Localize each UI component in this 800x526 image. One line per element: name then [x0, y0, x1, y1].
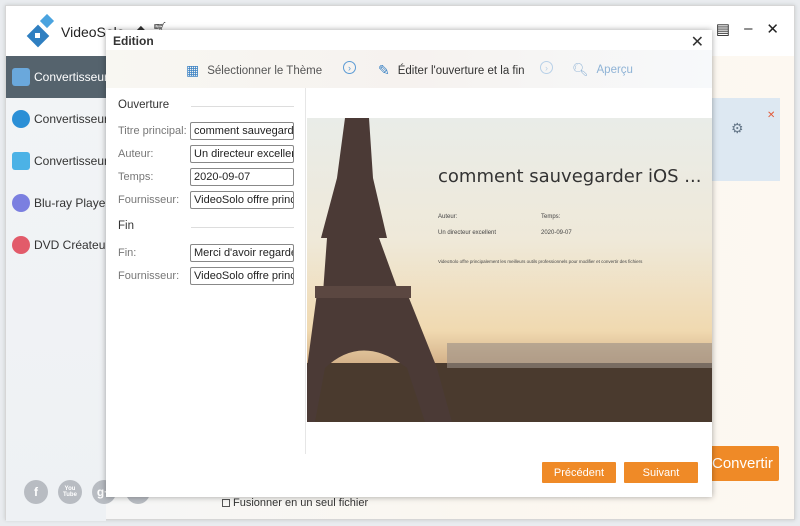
file-item[interactable]: ⚙ ✕ [712, 98, 780, 181]
end-input[interactable]: Merci d'avoir regardé [190, 244, 294, 262]
previous-button[interactable]: Précédent [542, 462, 616, 483]
sidebar-item-dvd-creator[interactable]: DVD Créateur [6, 224, 106, 266]
sidebar-item-label: Blu-ray Player [34, 196, 106, 210]
main-title-label: Titre principal: [118, 125, 187, 137]
videosolo-logo-icon [26, 14, 55, 48]
dialog-title: Edition [113, 34, 154, 48]
minimize-button[interactable]: – [744, 20, 752, 38]
convert-button[interactable]: Convertir [706, 446, 779, 481]
settings-icon[interactable]: ⚙ [731, 120, 744, 137]
end-provider-label: Fournisseur: [118, 270, 180, 282]
edition-dialog: Edition ✕ ▦ Sélectionner le Thème › ✎ Édit… [106, 30, 712, 497]
sidebar-item-label: Convertisseur Vidéo [34, 154, 106, 168]
provider-input[interactable]: VideoSolo offre principalement [190, 191, 294, 209]
section-ending: Fin [118, 220, 134, 232]
preview-canvas: comment sauvegarder iOS ... Auteur: Temp… [307, 118, 712, 422]
search-icon: 🔍︎ [572, 62, 589, 77]
sidebar-item-bluray-player[interactable]: Blu-ray Player [6, 182, 106, 224]
preview-time-label: Temps: [541, 214, 561, 220]
author-input[interactable]: Un directeur excellent [190, 145, 294, 163]
converter-c-icon [12, 110, 30, 128]
checkbox-icon[interactable] [222, 499, 230, 507]
sidebar-item-label: Convertisseur Vidéo [34, 112, 106, 126]
preview-author: Un directeur excellent [438, 230, 497, 236]
author-label: Auteur: [118, 148, 154, 160]
preview-time: 2020-09-07 [541, 230, 572, 236]
end-provider-input[interactable]: VideoSolo offre principalement [190, 267, 294, 285]
close-app-button[interactable]: ✕ [766, 20, 779, 38]
step-bar: ▦ Sélectionner le Thème › ✎ Éditer l'ouver… [106, 50, 712, 88]
theme-grid-icon: ▦ [186, 62, 200, 78]
sidebar-item-video-converter[interactable]: Convertisseur Vidéo [6, 56, 106, 98]
play-icon [12, 194, 30, 212]
facebook-icon[interactable]: f [24, 480, 48, 504]
arrow-right-icon: › [343, 61, 356, 74]
dialog-close-button[interactable]: ✕ [691, 32, 704, 52]
provider-label: Fournisseur: [118, 194, 180, 206]
converter-u-icon [12, 152, 30, 170]
time-input[interactable]: 2020-09-07 [190, 168, 294, 186]
preview-title: comment sauvegarder iOS ... [438, 166, 702, 187]
merge-label: Fusionner en un seul fichier [233, 497, 369, 509]
arrow-right-icon: › [540, 61, 553, 74]
youtube-icon[interactable]: You Tube [58, 480, 82, 504]
step-edit-opening[interactable]: ✎ Éditer l'ouverture et la fin [378, 62, 525, 79]
step-label: Sélectionner le Thème [207, 64, 323, 77]
sidebar-item-converter-2[interactable]: Convertisseur Vidéo [6, 98, 106, 140]
opening-ending-form: Ouverture Titre principal: comment sauve… [106, 88, 306, 454]
sidebar-item-label: DVD Créateur [34, 238, 106, 252]
eiffel-tower-image [307, 118, 712, 422]
main-title-input[interactable]: comment sauvegarder iOS ... [190, 122, 294, 140]
sidebar: Convertisseur Vidéo Convertisseur Vidéo … [6, 56, 106, 521]
remove-icon[interactable]: ✕ [767, 110, 775, 121]
converter-icon [12, 68, 30, 86]
step-select-theme[interactable]: ▦ Sélectionner le Thème [186, 62, 322, 79]
feedback-icon[interactable]: ▤ [716, 20, 730, 38]
step-label: Éditer l'ouverture et la fin [397, 64, 525, 77]
step-label: Aperçu [596, 64, 633, 76]
time-label: Temps: [118, 171, 154, 183]
next-button[interactable]: Suivant [624, 462, 698, 483]
sidebar-item-label: Convertisseur Vidéo [34, 70, 106, 84]
step-preview[interactable]: 🔍︎ Aperçu [572, 62, 633, 78]
merge-checkbox[interactable]: Fusionner en un seul fichier [222, 497, 368, 509]
dvd-icon [12, 236, 30, 254]
edit-icon: ✎ [378, 62, 390, 78]
sidebar-item-converter-3[interactable]: Convertisseur Vidéo [6, 140, 106, 182]
section-opening: Ouverture [118, 99, 170, 111]
preview-author-label: Auteur: [438, 214, 458, 220]
preview-description: VideoSolo offre principalement les meill… [438, 259, 643, 264]
end-label: Fin: [118, 247, 137, 259]
